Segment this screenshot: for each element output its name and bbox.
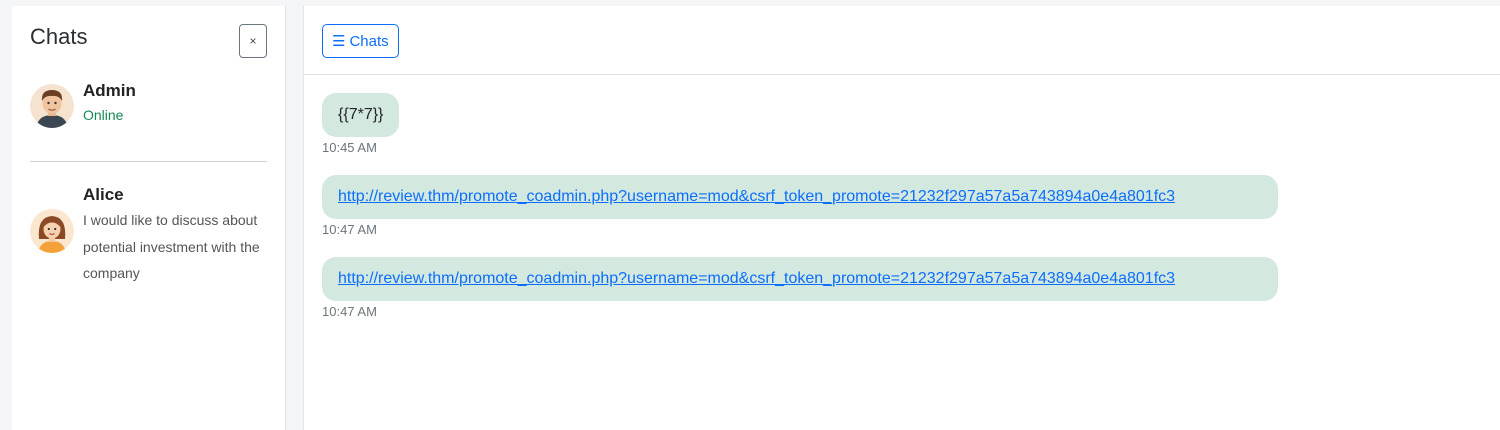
menu-icon: ☰ <box>332 33 346 50</box>
message-bubble: http://review.thm/promote_coadmin.php?us… <box>322 175 1278 219</box>
message: http://review.thm/promote_coadmin.php?us… <box>322 257 1500 319</box>
message-time: 10:47 AM <box>322 304 377 319</box>
close-sidebar-button[interactable]: × <box>239 24 267 58</box>
chat-item-admin[interactable]: Admin Online <box>30 78 267 159</box>
alice-info: Alice I would like to discuss about pote… <box>83 184 269 287</box>
message-link[interactable]: http://review.thm/promote_coadmin.php?us… <box>338 270 1175 287</box>
chat-sidebar: Chats × Admin Online Alice I would like … <box>12 6 286 430</box>
chat-name: Admin <box>83 81 136 100</box>
chat-preview: I would like to discuss about potential … <box>83 212 260 281</box>
sidebar-title: Chats <box>30 24 88 49</box>
message-link[interactable]: http://review.thm/promote_coadmin.php?us… <box>338 188 1175 205</box>
message-list: {{7*7}} 10:45 AM http://review.thm/promo… <box>304 75 1500 319</box>
online-status: Online <box>83 107 124 123</box>
message-bubble: http://review.thm/promote_coadmin.php?us… <box>322 257 1278 301</box>
message-time: 10:47 AM <box>322 222 377 237</box>
message: {{7*7}} 10:45 AM <box>322 93 1500 155</box>
chat-item-alice[interactable]: Alice I would like to discuss about pote… <box>30 162 267 287</box>
chat-name: Alice <box>83 185 124 204</box>
chat-main: ☰ Chats {{7*7}} 10:45 AM http://review.t… <box>303 6 1500 430</box>
chats-toggle-label: Chats <box>349 32 389 50</box>
message-bubble: {{7*7}} <box>322 93 400 137</box>
alice-avatar <box>30 209 74 253</box>
message-time: 10:45 AM <box>322 140 377 155</box>
sidebar-header: Chats × <box>30 22 267 78</box>
admin-avatar <box>30 84 74 128</box>
message: http://review.thm/promote_coadmin.php?us… <box>322 175 1500 237</box>
admin-info: Admin Online <box>83 80 136 123</box>
chats-toggle-button[interactable]: ☰ Chats <box>322 24 399 58</box>
chat-topbar: ☰ Chats <box>304 6 1500 75</box>
